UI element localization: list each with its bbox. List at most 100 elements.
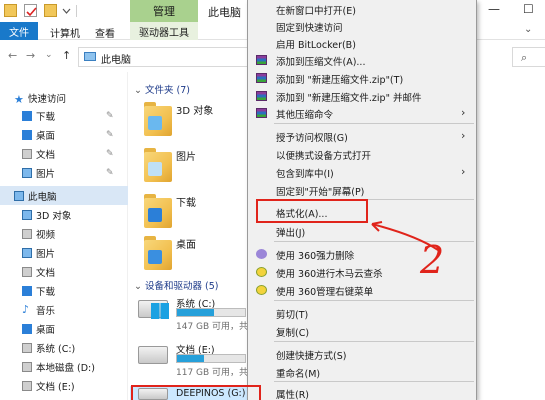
nav-label: 桌面 <box>36 324 56 336</box>
folders-group-header[interactable]: ⌄ 文件夹 (7) <box>134 82 190 96</box>
menu-label: 添加到压缩文件(A)... <box>276 57 366 68</box>
folder-pictures[interactable]: 图片 <box>140 146 250 192</box>
folder-desktop[interactable]: 桌面 <box>140 234 250 280</box>
menu-label: 剪切(T) <box>276 310 309 321</box>
winrar-icon <box>256 91 267 101</box>
drive-usage-fill <box>177 355 205 362</box>
search-box[interactable]: ⌕ <box>512 47 545 67</box>
menu-add-to-archive[interactable]: 添加到压缩文件(A)... <box>248 51 478 69</box>
tab-drive-tools[interactable]: 驱动器工具 <box>130 22 198 40</box>
nav-item-pc-downloads[interactable]: 下载 <box>0 281 128 300</box>
folder-label: 图片 <box>176 152 196 163</box>
ribbon-expand-icon[interactable]: ⌄ <box>524 24 532 35</box>
drive-icon <box>138 300 169 319</box>
nav-item-drive-d[interactable]: 本地磁盘 (D:) <box>0 357 128 376</box>
drive-icon <box>22 342 32 353</box>
recent-locations-button[interactable]: ⌄ <box>45 50 53 60</box>
collapse-chevron-icon: ⌄ <box>134 281 142 292</box>
menu-copy[interactable]: 复制(C) <box>248 322 478 340</box>
menu-separator <box>274 341 474 342</box>
menu-pin-start[interactable]: 固定到"开始"屏幕(P) <box>248 181 478 199</box>
nav-item-music[interactable]: ♪ 音乐 <box>0 300 128 319</box>
window-title: 此电脑 <box>208 6 241 19</box>
menu-label: 添加到 "新建压缩文件.zip" 并邮件 <box>276 93 422 104</box>
group-label: 设备和驱动器 (5) <box>144 281 219 292</box>
maximize-button[interactable]: ☐ <box>523 2 534 16</box>
menu-properties[interactable]: 属性(R) <box>248 384 478 400</box>
nav-item-pc-documents[interactable]: 文档 <box>0 262 128 281</box>
format-highlight-box <box>256 199 368 223</box>
submenu-arrow-icon: › <box>461 165 466 178</box>
menu-open-new-window[interactable]: 在新窗口中打开(E) <box>248 0 478 18</box>
menu-pin-quick-access[interactable]: 固定到快速访问 <box>248 17 478 35</box>
360-security-icon <box>256 285 267 295</box>
360-shred-icon <box>256 249 267 259</box>
search-icon: ⌕ <box>521 51 528 64</box>
menu-add-to-zip[interactable]: 添加到 "新建压缩文件.zip"(T) <box>248 69 478 87</box>
360-security-icon <box>256 267 267 277</box>
menu-separator <box>274 381 474 382</box>
folder-3d-objects[interactable]: 3D 对象 <box>140 100 250 146</box>
nav-label: 本地磁盘 (D:) <box>36 362 95 374</box>
devices-group-header[interactable]: ⌄ 设备和驱动器 (5) <box>134 278 218 292</box>
video-icon <box>22 228 32 239</box>
menu-360-manage-context[interactable]: 使用 360管理右键菜单 <box>248 281 478 299</box>
menu-other-compress[interactable]: 其他压缩命令 › <box>248 104 478 122</box>
nav-label: 文档 (E:) <box>36 381 75 393</box>
nav-item-downloads[interactable]: 下载 ✎ <box>0 106 128 125</box>
address-field[interactable]: 此电脑 <box>78 47 258 67</box>
menu-grant-access[interactable]: 授予访问权限(G) › <box>248 127 478 145</box>
menu-enable-bitlocker[interactable]: 启用 BitLocker(B) <box>248 34 478 52</box>
menu-label: 使用 360管理右键菜单 <box>276 287 374 298</box>
nav-item-drive-c[interactable]: 系统 (C:) <box>0 338 128 357</box>
download-icon <box>22 110 32 121</box>
nav-item-3d-objects[interactable]: 3D 对象 <box>0 205 128 224</box>
new-folder-icon[interactable] <box>44 4 57 17</box>
windows-logo-icon <box>151 303 169 319</box>
tab-computer[interactable]: 计算机 <box>50 25 80 40</box>
nav-item-videos[interactable]: 视频 <box>0 224 128 243</box>
up-button[interactable]: ↑ <box>62 49 71 62</box>
drive-free-space: 117 GB 可用，共 <box>176 368 249 378</box>
nav-item-pc-pictures[interactable]: 图片 <box>0 243 128 262</box>
nav-item-desktop[interactable]: 桌面 ✎ <box>0 125 128 144</box>
nav-item-pictures[interactable]: 图片 ✎ <box>0 163 128 182</box>
manage-tab[interactable]: 管理 <box>130 0 198 22</box>
menu-add-to-zip-email[interactable]: 添加到 "新建压缩文件.zip" 并邮件 <box>248 87 478 105</box>
folder-downloads[interactable]: 下载 <box>140 192 250 238</box>
nav-label: 文档 <box>36 267 56 279</box>
nav-label: 文档 <box>36 149 56 161</box>
download-icon <box>148 208 162 222</box>
menu-include-library[interactable]: 包含到库中(I) › <box>248 163 478 181</box>
menu-open-portable[interactable]: 以便携式设备方式打开 <box>248 145 478 163</box>
properties-icon[interactable] <box>24 4 37 17</box>
group-label: 文件夹 (7) <box>144 85 190 96</box>
nav-label: 视频 <box>36 229 56 241</box>
winrar-icon <box>256 73 267 83</box>
drive-c-tile[interactable]: 系统 (C:) 147 GB 可用，共 <box>130 294 250 332</box>
document-icon <box>22 148 32 159</box>
checkmark-icon <box>26 7 37 17</box>
explorer-icon[interactable] <box>4 4 17 17</box>
menu-label: 使用 360强力删除 <box>276 251 355 262</box>
nav-label: 3D 对象 <box>36 210 72 222</box>
forward-button[interactable]: → <box>26 49 35 62</box>
nav-item-drive-e[interactable]: 文档 (E:) <box>0 376 128 395</box>
nav-this-pc[interactable]: 此电脑 <box>0 186 128 205</box>
drive-e-tile[interactable]: 文档 (E:) 117 GB 可用，共 <box>130 340 250 378</box>
menu-rename[interactable]: 重命名(M) <box>248 363 478 381</box>
pin-icon: ✎ <box>106 110 114 121</box>
menu-cut[interactable]: 剪切(T) <box>248 304 478 322</box>
tab-view[interactable]: 查看 <box>95 25 115 40</box>
menu-label: 以便携式设备方式打开 <box>276 151 372 162</box>
back-button[interactable]: ← <box>8 49 17 62</box>
nav-item-documents[interactable]: 文档 ✎ <box>0 144 128 163</box>
tab-file[interactable]: 文件 <box>0 22 38 40</box>
nav-quick-access[interactable]: ★ 快速访问 <box>0 88 128 107</box>
menu-label: 其他压缩命令 <box>276 110 334 121</box>
quick-access-dropdown-icon[interactable] <box>62 4 71 17</box>
minimize-button[interactable]: — <box>488 2 500 16</box>
menu-create-shortcut[interactable]: 创建快捷方式(S) <box>248 345 478 363</box>
submenu-arrow-icon: › <box>461 106 466 119</box>
nav-item-pc-desktop[interactable]: 桌面 <box>0 319 128 338</box>
